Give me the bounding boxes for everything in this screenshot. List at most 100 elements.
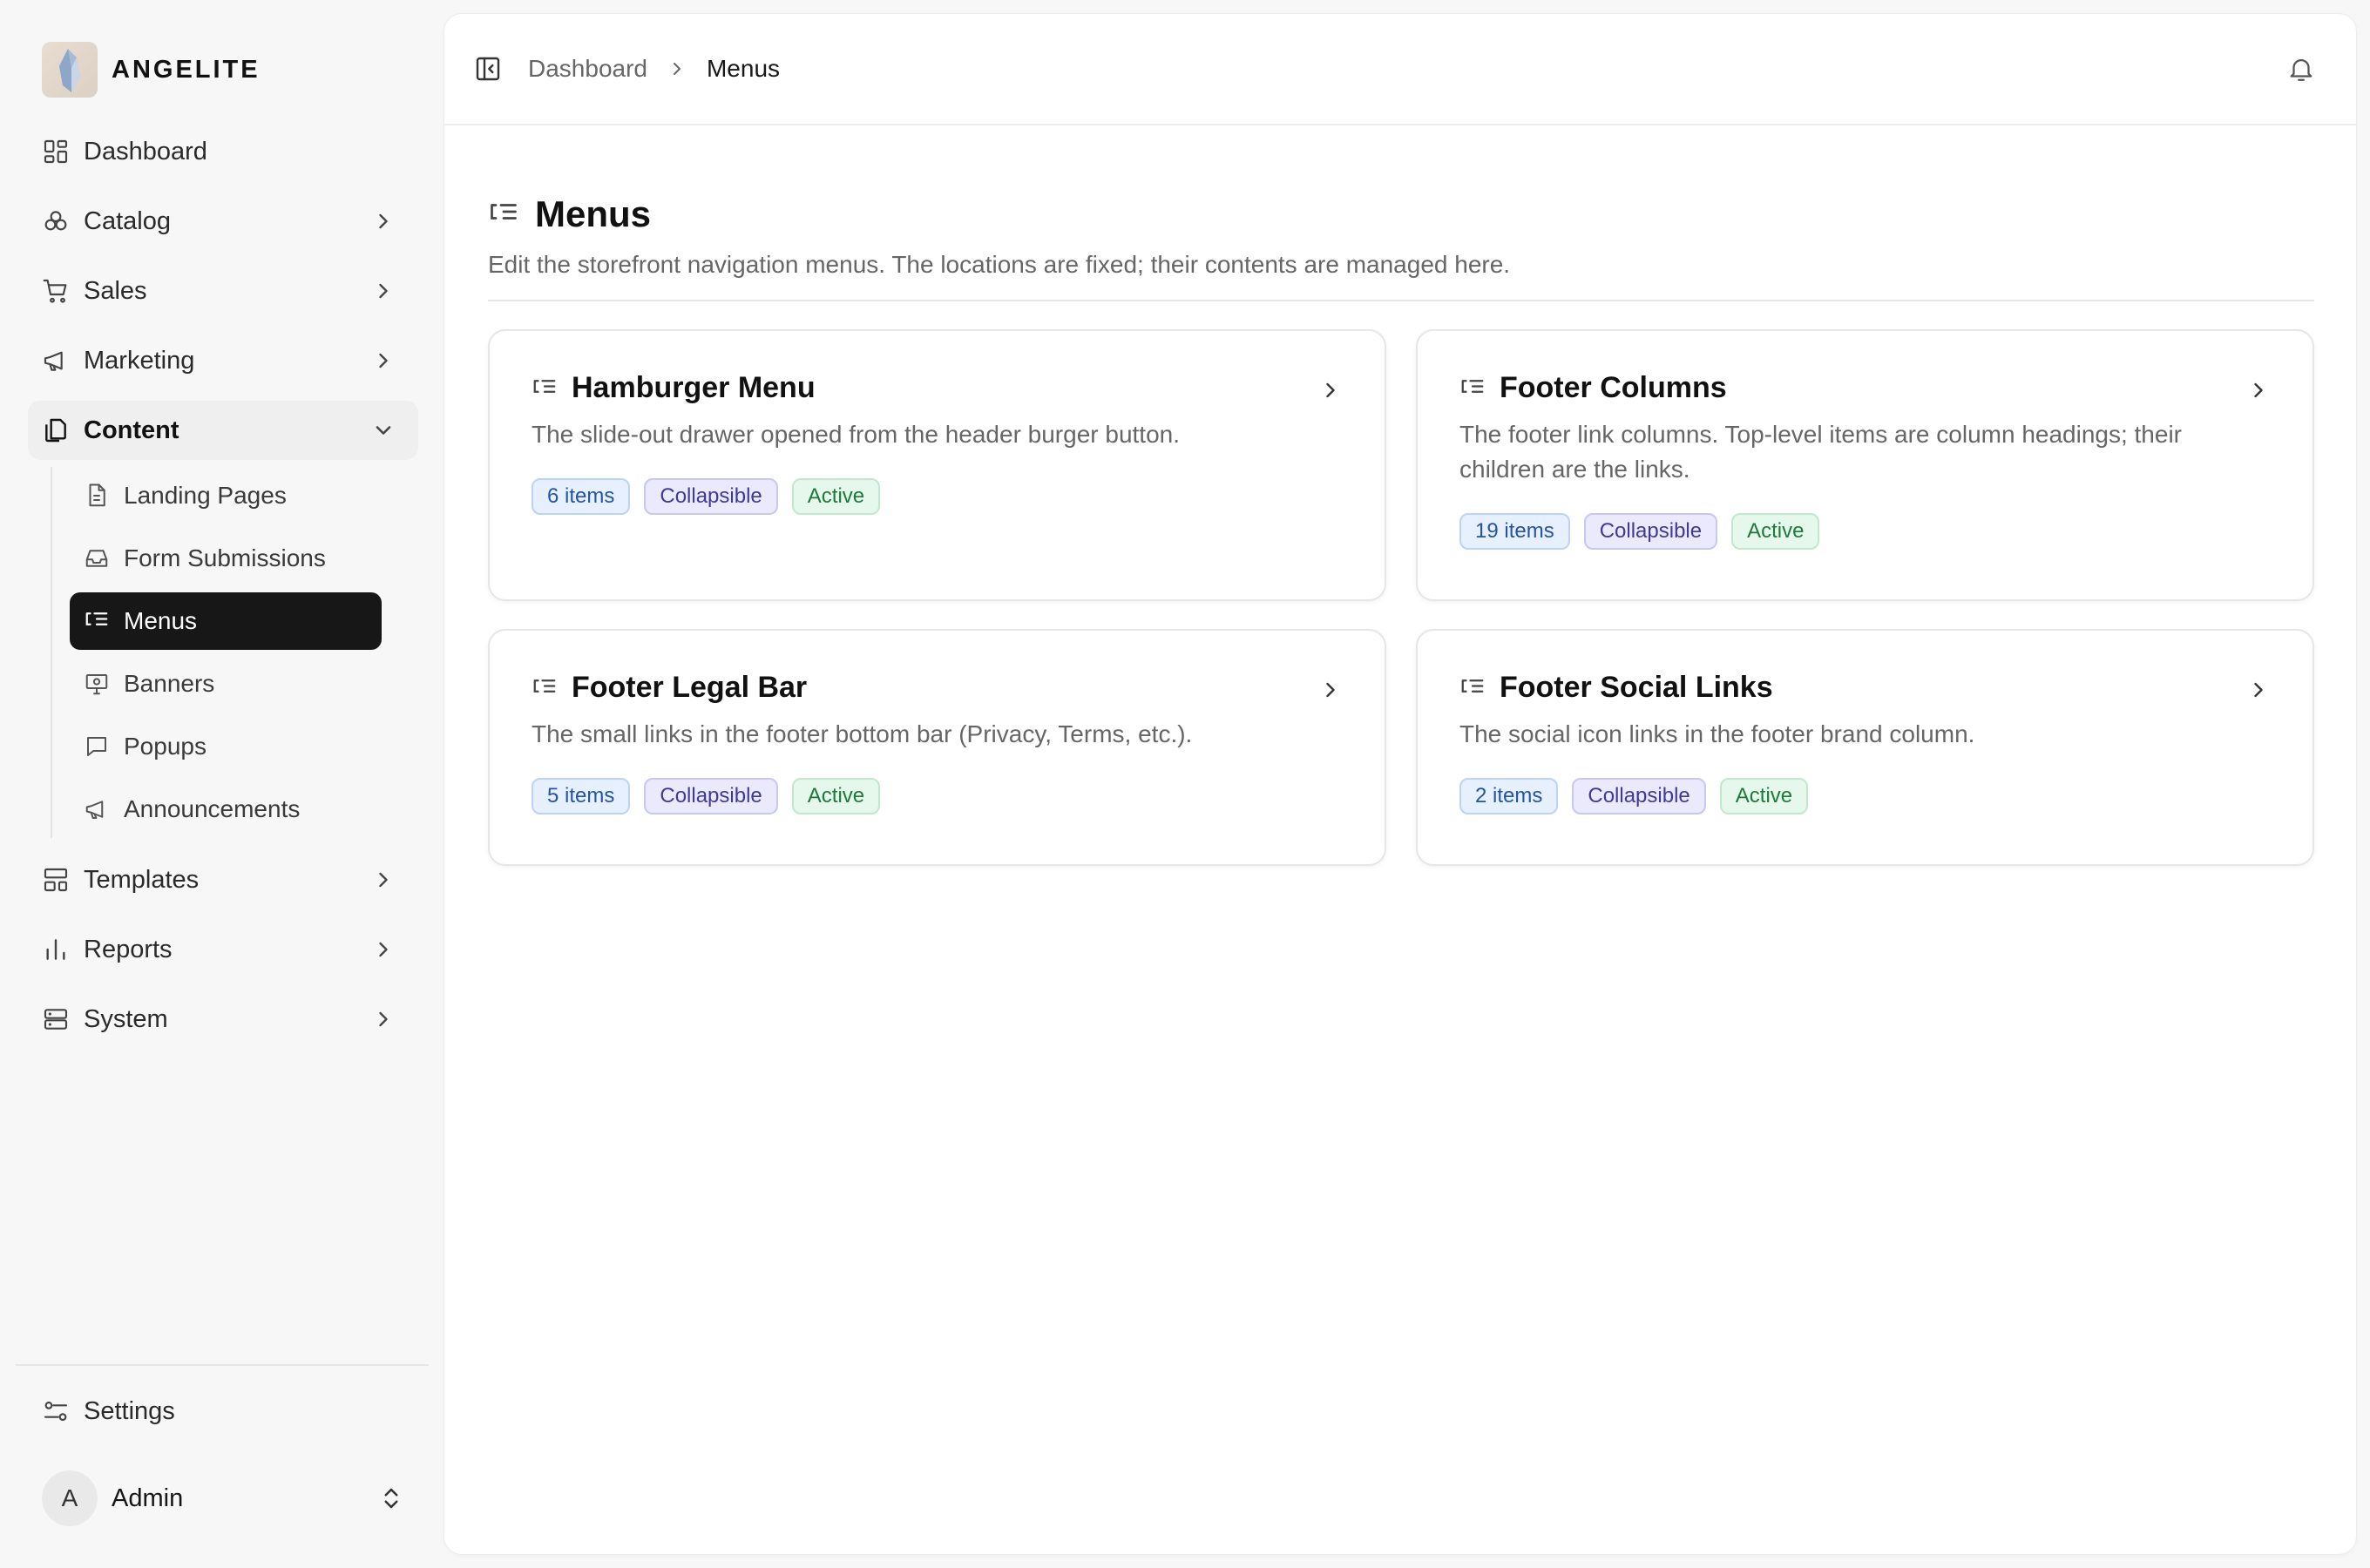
breadcrumb-dashboard-link[interactable]: Dashboard [528, 55, 647, 83]
sidebar-item-label: Popups [124, 733, 207, 760]
chevron-right-icon [371, 937, 396, 962]
bar-chart-icon [42, 936, 70, 963]
sidebar-item-reports[interactable]: Reports [28, 920, 418, 979]
sidebar-item-label: Reports [84, 935, 173, 963]
menu-card-description: The slide-out drawer opened from the hea… [532, 421, 1181, 448]
file-text-icon [84, 483, 110, 509]
sidebar-item-form-submissions[interactable]: Form Submissions [70, 530, 382, 587]
sidebar-item-sales[interactable]: Sales [28, 261, 418, 321]
menu-card-footer-social-links[interactable]: Footer Social Links The social icon link… [1416, 629, 2314, 866]
menu-card-title: Footer Social Links [1500, 671, 1773, 704]
menu-card-badges: 19 items Collapsible Active [1459, 513, 2271, 550]
menu-card-description: The social icon links in the footer bran… [1459, 720, 1975, 747]
status-badge: Active [791, 478, 881, 515]
status-badge: Active [791, 778, 881, 814]
content-subnav: Landing Pages Form Submissions Menus Ban… [51, 467, 418, 838]
bell-icon[interactable] [2286, 54, 2316, 84]
sidebar-toggle-icon[interactable] [474, 55, 502, 83]
chevron-right-icon [2246, 678, 2271, 702]
sidebar-item-content[interactable]: Content [28, 401, 418, 460]
collapsible-badge: Collapsible [1572, 778, 1706, 814]
main-panel: Dashboard Menus Menus Edit the storefron… [444, 14, 2356, 1554]
sidebar-item-label: Content [84, 416, 179, 444]
chevron-right-icon [1318, 378, 1343, 402]
top-bar: Dashboard Menus [444, 14, 2356, 125]
menu-card-badges: 5 items Collapsible Active [532, 778, 1343, 814]
sidebar-item-label: Sales [84, 276, 147, 305]
sidebar-item-settings[interactable]: Settings [28, 1383, 418, 1439]
list-tree-icon [488, 199, 519, 230]
dashboard-icon [42, 138, 70, 166]
user-menu[interactable]: A Admin [42, 1470, 408, 1526]
sidebar-item-label: Landing Pages [124, 482, 287, 509]
menu-card-title: Footer Legal Bar [572, 671, 808, 704]
chevron-right-icon [371, 348, 396, 373]
sliders-icon [42, 1397, 70, 1425]
pages-icon [42, 416, 70, 444]
list-tree-icon [84, 608, 110, 634]
menu-card-badges: 2 items Collapsible Active [1459, 778, 2271, 814]
sidebar-item-system[interactable]: System [28, 990, 418, 1049]
megaphone-icon [42, 347, 70, 375]
menu-card-footer-legal-bar[interactable]: Footer Legal Bar The small links in the … [488, 629, 1386, 866]
sidebar-item-banners[interactable]: Banners [70, 655, 382, 713]
menu-card-title: Footer Columns [1500, 371, 1727, 404]
breadcrumb: Dashboard Menus [528, 55, 780, 83]
page-description: Edit the storefront navigation menus. Th… [488, 251, 1511, 278]
menu-card-description: The small links in the footer bottom bar… [532, 720, 1193, 747]
cart-icon [42, 277, 70, 305]
chevron-right-icon [371, 279, 396, 303]
sidebar-item-marketing[interactable]: Marketing [28, 331, 418, 390]
sidebar-divider [16, 1364, 429, 1366]
sidebar-item-catalog[interactable]: Catalog [28, 192, 418, 251]
chevron-down-icon [371, 418, 396, 443]
sidebar-item-label: Templates [84, 865, 200, 894]
sidebar-item-label: System [84, 1004, 168, 1033]
list-tree-icon [1459, 375, 1486, 402]
sidebar-item-label: Catalog [84, 206, 171, 235]
sidebar-item-dashboard[interactable]: Dashboard [28, 122, 418, 181]
chevron-right-icon [1318, 678, 1343, 702]
page-header: Menus [488, 193, 2314, 235]
sidebar-item-label: Menus [124, 607, 198, 634]
server-icon [42, 1005, 70, 1033]
chevron-right-icon [2246, 378, 2271, 402]
settings-label: Settings [84, 1396, 175, 1425]
sidebar-item-label: Dashboard [84, 137, 207, 166]
user-name: Admin [112, 1484, 184, 1512]
page-content: Menus Edit the storefront navigation men… [488, 193, 2314, 866]
inbox-icon [84, 545, 110, 571]
status-badge: Active [1731, 513, 1820, 550]
items-count-badge: 6 items [532, 478, 631, 515]
collapsible-badge: Collapsible [644, 778, 778, 814]
catalog-icon [42, 207, 70, 235]
items-count-badge: 19 items [1459, 513, 1570, 550]
sidebar-item-announcements[interactable]: Announcements [70, 781, 382, 838]
sidebar-item-label: Form Submissions [124, 544, 326, 571]
menu-card-footer-columns[interactable]: Footer Columns The footer link columns. … [1416, 329, 2314, 601]
chevron-right-icon [371, 868, 396, 892]
menu-card-hamburger[interactable]: Hamburger Menu The slide-out drawer open… [488, 329, 1386, 601]
menu-card-description: The footer link columns. Top-level items… [1459, 421, 2182, 483]
message-square-icon [84, 733, 110, 760]
items-count-badge: 5 items [532, 778, 631, 814]
menu-cards-grid: Hamburger Menu The slide-out drawer open… [488, 329, 2314, 866]
sidebar-item-menus[interactable]: Menus [70, 592, 382, 650]
status-badge: Active [1719, 778, 1809, 814]
menu-card-title: Hamburger Menu [572, 371, 816, 404]
sidebar-item-landing-pages[interactable]: Landing Pages [70, 467, 382, 524]
sidebar-item-label: Marketing [84, 346, 195, 375]
page-title: Menus [535, 193, 652, 234]
avatar: A [42, 1470, 98, 1526]
items-count-badge: 2 items [1459, 778, 1559, 814]
brand[interactable]: ANGELITE [42, 42, 261, 98]
menu-card-badges: 6 items Collapsible Active [532, 478, 1343, 515]
brand-name: ANGELITE [112, 55, 261, 84]
list-tree-icon [532, 375, 558, 402]
chevrons-up-down-icon [378, 1485, 404, 1511]
chevron-right-icon [371, 209, 396, 233]
collapsible-badge: Collapsible [644, 478, 778, 515]
sidebar-item-popups[interactable]: Popups [70, 718, 382, 775]
sidebar-item-templates[interactable]: Templates [28, 850, 418, 909]
brand-logo-icon [42, 42, 98, 98]
